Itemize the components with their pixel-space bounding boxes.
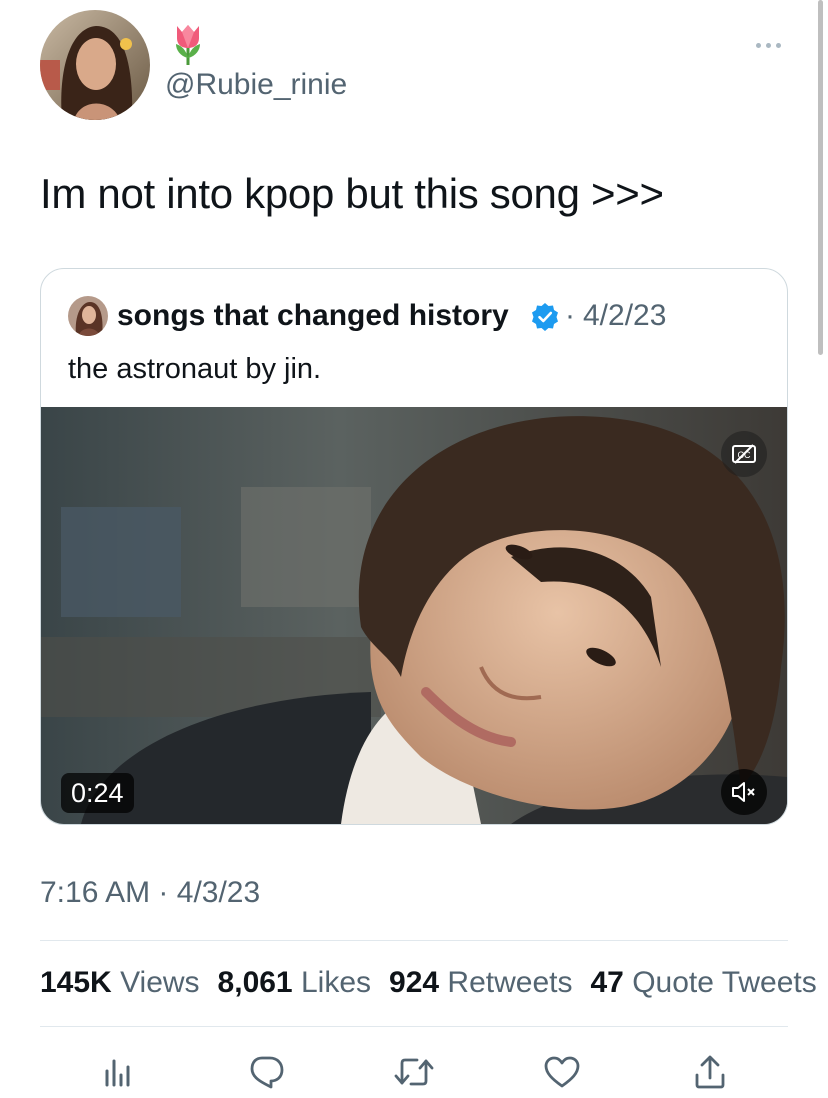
tweet-time: 7:16 AM xyxy=(40,876,151,909)
more-options-button[interactable] xyxy=(756,40,786,50)
heart-icon xyxy=(544,1056,580,1088)
captions-button[interactable]: CC xyxy=(721,431,767,477)
video-duration: 0:24 xyxy=(61,773,134,813)
more-dots-icon xyxy=(756,42,761,48)
scrollbar[interactable] xyxy=(818,0,823,355)
video-player[interactable]: CC 0:24 xyxy=(41,407,787,824)
tweet-timestamp[interactable]: 7:16 AM · 4/3/23 xyxy=(40,876,260,910)
verified-badge-icon xyxy=(532,303,558,331)
quoted-text: the astronaut by jin. xyxy=(68,353,322,385)
quoted-tweet-card[interactable]: songs that changed history · 4/2/23 the … xyxy=(40,268,788,825)
timestamp-separator: · xyxy=(158,876,169,909)
tulip-emoji xyxy=(168,22,208,66)
stat-quote-tweets[interactable]: 47 Quote Tweets xyxy=(590,966,816,1000)
video-thumbnail xyxy=(41,407,787,824)
quoted-separator: · xyxy=(565,299,575,332)
analytics-icon xyxy=(105,1059,130,1087)
tweet-text: Im not into kpop but this song >>> xyxy=(40,170,664,217)
tulip-icon xyxy=(176,25,200,65)
quoted-display-name[interactable]: songs that changed history xyxy=(117,299,509,333)
divider xyxy=(40,1026,788,1027)
stat-views[interactable]: 145K Views xyxy=(40,966,200,1000)
action-bar xyxy=(0,1050,828,1098)
stat-likes[interactable]: 8,061 Likes xyxy=(218,966,371,1000)
tweet-date: 4/3/23 xyxy=(176,876,261,909)
like-button[interactable] xyxy=(540,1050,584,1094)
stat-retweets[interactable]: 924 Retweets xyxy=(389,966,572,1000)
analytics-button[interactable] xyxy=(96,1050,140,1094)
author-avatar[interactable] xyxy=(40,10,150,120)
speaker-muted-icon xyxy=(732,782,755,802)
reply-icon xyxy=(250,1056,284,1089)
closed-captions-icon: CC xyxy=(732,444,756,464)
quoted-date[interactable]: 4/2/23 xyxy=(583,299,666,333)
share-icon xyxy=(695,1055,725,1089)
reply-button[interactable] xyxy=(244,1050,288,1094)
author-handle[interactable]: @Rubie_rinie xyxy=(165,68,347,102)
divider xyxy=(40,940,788,941)
retweet-button[interactable] xyxy=(392,1050,436,1094)
retweet-icon xyxy=(394,1058,434,1086)
mute-button[interactable] xyxy=(721,769,767,815)
share-button[interactable] xyxy=(688,1050,732,1094)
tweet-stats: 145K Views 8,061 Likes 924 Retweets 47 Q… xyxy=(40,966,817,1000)
quoted-author-avatar[interactable] xyxy=(68,296,108,336)
